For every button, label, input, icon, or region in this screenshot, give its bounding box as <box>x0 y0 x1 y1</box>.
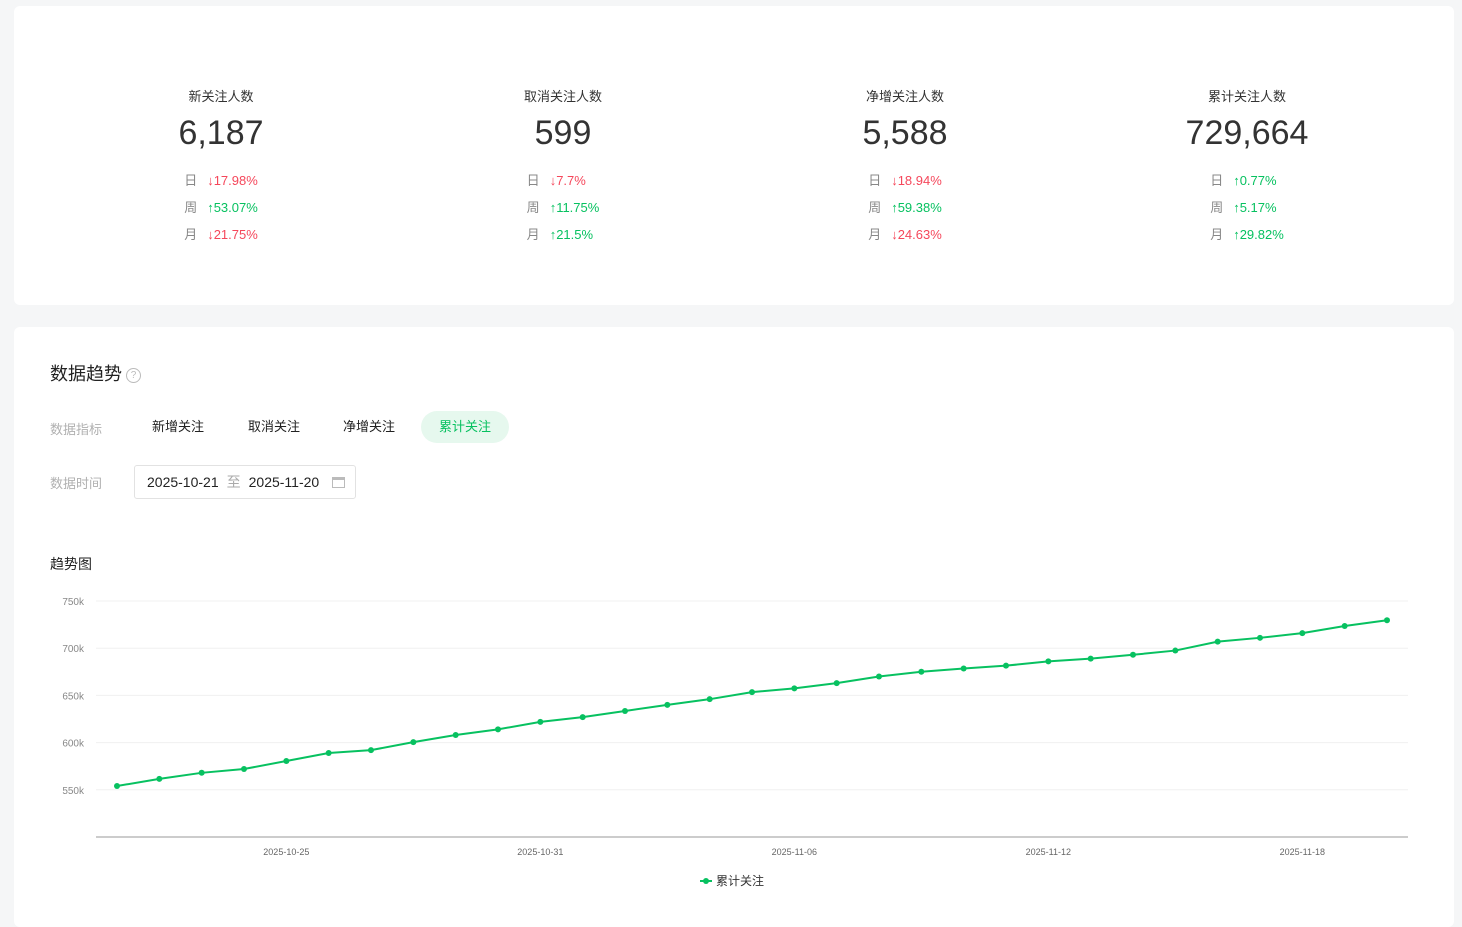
x-tick-label: 2025-10-31 <box>517 847 563 857</box>
data-point <box>1257 634 1263 641</box>
y-tick-label: 550k <box>62 786 85 797</box>
data-point <box>325 749 332 756</box>
data-point <box>1299 630 1306 637</box>
data-point <box>1087 655 1094 662</box>
x-tick-label: 2025-11-18 <box>1280 847 1325 857</box>
data-point <box>622 707 628 714</box>
data-point <box>1130 651 1136 658</box>
data-point <box>749 689 755 696</box>
data-point <box>1045 658 1052 665</box>
data-point <box>876 673 882 680</box>
data-point <box>918 668 925 675</box>
legend-label: 累计关注 <box>716 873 764 888</box>
data-point <box>452 732 459 739</box>
data-point <box>1003 662 1009 669</box>
data-point <box>1172 647 1179 654</box>
data-point <box>410 739 417 746</box>
data-point <box>495 726 501 733</box>
data-point <box>706 696 713 703</box>
y-tick-label: 750k <box>62 597 85 608</box>
data-point <box>241 766 247 773</box>
x-tick-label: 2025-10-25 <box>263 847 309 857</box>
data-point <box>664 701 671 708</box>
data-point <box>198 769 205 776</box>
data-point <box>114 783 120 790</box>
data-point <box>833 680 840 687</box>
data-point <box>368 747 374 754</box>
data-point <box>1214 638 1221 645</box>
data-point <box>960 665 967 672</box>
data-point <box>156 775 163 782</box>
y-tick-label: 650k <box>62 691 85 702</box>
y-tick-label: 700k <box>62 644 85 655</box>
data-point <box>1384 617 1390 624</box>
data-point <box>283 758 290 765</box>
data-point <box>537 718 544 725</box>
legend-marker <box>703 878 709 884</box>
data-point <box>1341 623 1348 630</box>
data-point <box>579 714 586 721</box>
x-tick-label: 2025-11-12 <box>1026 847 1071 857</box>
x-tick-label: 2025-11-06 <box>772 847 817 857</box>
series-line <box>116 619 1388 788</box>
data-point <box>791 685 798 692</box>
y-tick-label: 600k <box>62 739 85 750</box>
trend-chart: 550k 600k 650k 700k 750k 2025-10-25 2025-10-31… <box>62 597 1408 888</box>
